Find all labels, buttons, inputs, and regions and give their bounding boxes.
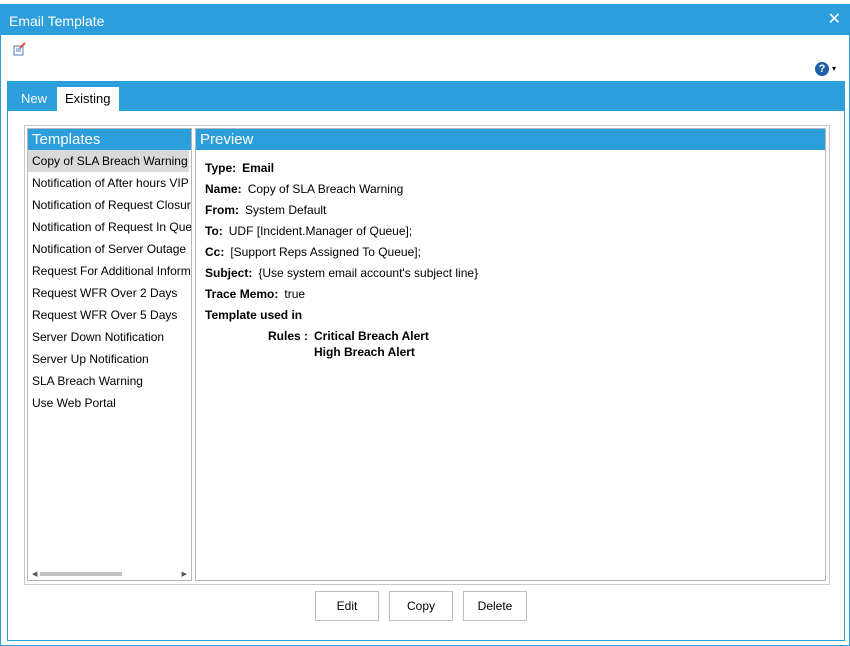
template-item[interactable]: Server Up Notification — [28, 348, 191, 370]
scrollbar-thumb[interactable] — [40, 572, 122, 576]
preview-name-row: Name: Copy of SLA Breach Warning — [205, 181, 825, 202]
preview-cc-row: Cc: [Support Reps Assigned To Queue]; — [205, 244, 825, 265]
scroll-right-icon[interactable]: ▶ — [182, 570, 187, 578]
help-button[interactable]: ? ▾ — [815, 61, 841, 77]
template-item[interactable]: Request WFR Over 2 Days — [28, 282, 191, 304]
horizontal-scrollbar[interactable]: ◀ ▶ — [28, 568, 191, 580]
to-value: UDF [Incident.Manager of Queue]; — [228, 224, 413, 238]
template-item[interactable]: Notification of Server Outage — [28, 238, 191, 260]
from-label: From: — [205, 203, 239, 217]
templates-panel: Templates Copy of SLA Breach Warning Not… — [27, 128, 192, 581]
existing-tab-content: Templates Copy of SLA Breach Warning Not… — [7, 111, 845, 641]
name-label: Name: — [205, 182, 242, 196]
cc-label: Cc: — [205, 245, 225, 259]
help-icon: ? — [815, 62, 829, 76]
content-frame: Templates Copy of SLA Breach Warning Not… — [24, 125, 830, 585]
trace-memo-value: true — [284, 287, 306, 301]
delete-button[interactable]: Delete — [463, 591, 527, 621]
preview-panel: Preview Type: Email Name: Copy of SLA Brea… — [195, 128, 826, 581]
templates-list: Copy of SLA Breach Warning Notification … — [28, 150, 191, 414]
template-item[interactable]: Notification of Request In Queue — [28, 216, 191, 238]
rule-item: Critical Breach Alert — [314, 329, 429, 343]
subject-value: {Use system email account's subject line… — [258, 266, 479, 280]
type-value: Email — [242, 161, 275, 175]
email-template-window: Email Template ✕ ? ▾ New Existing Templa… — [0, 4, 850, 646]
preview-from-row: From: System Default — [205, 202, 825, 223]
cc-value: [Support Reps Assigned To Queue]; — [230, 245, 421, 259]
template-item[interactable]: Copy of SLA Breach Warning — [28, 150, 189, 172]
template-item[interactable]: SLA Breach Warning — [28, 370, 191, 392]
template-item[interactable]: Server Down Notification — [28, 326, 191, 348]
subject-label: Subject: — [205, 266, 253, 280]
copy-button[interactable]: Copy — [389, 591, 453, 621]
from-value: System Default — [245, 203, 327, 217]
template-item[interactable]: Notification of After hours VIP — [28, 172, 191, 194]
rules-block: Rules : Critical Breach Alert High Breac… — [205, 328, 825, 360]
preview-type-row: Type: Email — [205, 160, 825, 181]
rules-list: Critical Breach Alert High Breach Alert — [314, 328, 429, 360]
to-label: To: — [205, 224, 223, 238]
template-item[interactable]: Request For Additional Information — [28, 260, 191, 282]
window-title: Email Template — [9, 13, 105, 29]
edit-button[interactable]: Edit — [315, 591, 379, 621]
tab-new[interactable]: New — [13, 87, 55, 111]
template-item[interactable]: Request WFR Over 5 Days — [28, 304, 191, 326]
scroll-left-icon[interactable]: ◀ — [32, 570, 37, 578]
edit-document-icon[interactable] — [13, 42, 27, 56]
preview-body: Type: Email Name: Copy of SLA Breach Warni… — [196, 150, 825, 360]
trace-memo-label: Trace Memo: — [205, 287, 279, 301]
close-icon[interactable]: ✕ — [828, 11, 841, 29]
name-value: Copy of SLA Breach Warning — [247, 182, 404, 196]
preview-trace-row: Trace Memo: true — [205, 286, 825, 307]
preview-used-in-row: Template used in — [205, 307, 825, 328]
rules-label: Rules : — [267, 329, 308, 343]
tab-existing[interactable]: Existing — [57, 87, 119, 111]
type-label: Type: — [205, 161, 237, 175]
preview-header: Preview — [196, 129, 825, 150]
preview-to-row: To: UDF [Incident.Manager of Queue]; — [205, 223, 825, 244]
template-item[interactable]: Use Web Portal — [28, 392, 191, 414]
templates-header: Templates — [28, 129, 191, 150]
title-bar: Email Template ✕ — [1, 5, 849, 35]
template-used-in-label: Template used in — [205, 308, 303, 322]
template-item[interactable]: Notification of Request Closure — [28, 194, 191, 216]
chevron-down-icon: ▾ — [832, 64, 837, 73]
preview-subject-row: Subject: {Use system email account's subj… — [205, 265, 825, 286]
tab-strip: New Existing — [7, 81, 845, 111]
rule-item: High Breach Alert — [314, 345, 415, 359]
